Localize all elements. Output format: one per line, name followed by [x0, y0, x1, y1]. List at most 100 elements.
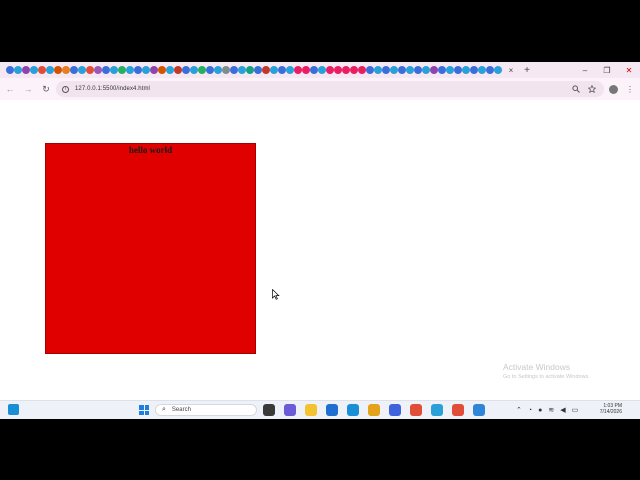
tab-favicon-icon[interactable] — [134, 66, 142, 74]
taskbar-app-icon[interactable] — [452, 404, 464, 416]
tab-favicon-icon[interactable] — [318, 66, 326, 74]
tab-favicon-icon[interactable] — [206, 66, 214, 74]
tab-favicon-icon[interactable] — [214, 66, 222, 74]
tab-favicon-icon[interactable] — [486, 66, 494, 74]
zoom-icon[interactable] — [572, 85, 580, 93]
restore-button[interactable]: ❐ — [596, 62, 618, 78]
taskbar-app-icon[interactable] — [431, 404, 443, 416]
tab-favicon-icon[interactable] — [6, 66, 14, 74]
wifi-icon[interactable]: ≋ — [548, 406, 554, 414]
bookmark-star-icon[interactable] — [588, 85, 596, 93]
taskbar-apps — [263, 404, 485, 416]
tab-favicon-icon[interactable] — [158, 66, 166, 74]
tab-favicon-icon[interactable] — [342, 66, 350, 74]
tab-favicon-icon[interactable] — [182, 66, 190, 74]
tab-favicon-icon[interactable] — [38, 66, 46, 74]
tab-favicon-icon[interactable] — [494, 66, 502, 74]
mic-icon[interactable]: ● — [538, 407, 542, 414]
battery-icon[interactable]: ▭ — [572, 406, 579, 414]
tab-favicon-icon[interactable] — [126, 66, 134, 74]
tab-favicon-icon[interactable] — [190, 66, 198, 74]
tab-favicon-icon[interactable] — [350, 66, 358, 74]
tab-favicon-icon[interactable] — [238, 66, 246, 74]
close-window-button[interactable]: ✕ — [618, 62, 640, 78]
tab-favicon-icon[interactable] — [310, 66, 318, 74]
tab-favicon-icon[interactable] — [94, 66, 102, 74]
tab-favicon-icon[interactable] — [102, 66, 110, 74]
tab-favicon-icon[interactable] — [366, 66, 374, 74]
taskbar-search[interactable]: ⌕ Search — [155, 404, 257, 416]
taskbar-app-icon[interactable] — [263, 404, 275, 416]
tab-favicon-icon[interactable] — [398, 66, 406, 74]
back-button[interactable]: ← — [2, 81, 18, 97]
tab-favicon-icon[interactable] — [382, 66, 390, 74]
tab-favicon-icon[interactable] — [110, 66, 118, 74]
widgets-icon[interactable] — [8, 404, 19, 415]
tab-favicon-icon[interactable] — [54, 66, 62, 74]
address-bar[interactable]: i 127.0.0.1:5500/index4.html — [56, 81, 604, 97]
tab-favicon-icon[interactable] — [430, 66, 438, 74]
clock[interactable]: 1:03 PM 7/14/2026 — [600, 403, 622, 415]
tab-favicon-icon[interactable] — [406, 66, 414, 74]
tab-favicon-icon[interactable] — [78, 66, 86, 74]
tab-favicon-icon[interactable] — [46, 66, 54, 74]
tab-favicon-icon[interactable] — [422, 66, 430, 74]
tab-favicon-icon[interactable] — [462, 66, 470, 74]
taskbar-app-icon[interactable] — [347, 404, 359, 416]
tab-favicon-icon[interactable] — [374, 66, 382, 74]
chevron-up-icon[interactable]: ⌃ — [516, 406, 522, 414]
tab-favicon-icon[interactable] — [86, 66, 94, 74]
tab-favicon-icon[interactable] — [438, 66, 446, 74]
tab-favicon-icon[interactable] — [166, 66, 174, 74]
tab-favicon-icon[interactable] — [142, 66, 150, 74]
tab-favicon-icon[interactable] — [30, 66, 38, 74]
taskbar-app-icon[interactable] — [284, 404, 296, 416]
minimize-button[interactable]: – — [574, 62, 596, 78]
tab-favicon-icon[interactable] — [454, 66, 462, 74]
letterbox-bottom — [0, 419, 640, 480]
start-button[interactable] — [139, 405, 149, 415]
forward-button[interactable]: → — [20, 81, 36, 97]
new-tab-button[interactable]: + — [522, 65, 532, 76]
tab-favicon-icon[interactable] — [150, 66, 158, 74]
tab-favicon-icon[interactable] — [174, 66, 182, 74]
tab-favicon-icon[interactable] — [478, 66, 486, 74]
taskbar-app-icon[interactable] — [389, 404, 401, 416]
taskbar-app-icon[interactable] — [326, 404, 338, 416]
tab-favicon-icon[interactable] — [302, 66, 310, 74]
tab-favicon-icon[interactable] — [230, 66, 238, 74]
tab-favicon-icon[interactable] — [294, 66, 302, 74]
tab-favicon-icon[interactable] — [446, 66, 454, 74]
tab-favicon-icon[interactable] — [286, 66, 294, 74]
tab-favicon-icon[interactable] — [470, 66, 478, 74]
tab-close-icon[interactable]: × — [506, 66, 516, 75]
volume-icon[interactable]: ◀ — [560, 406, 565, 414]
tab-favicon-icon[interactable] — [22, 66, 30, 74]
network-icon[interactable]: ◔ — [528, 407, 532, 414]
tab-favicon-icon[interactable] — [390, 66, 398, 74]
tab-favicon-icon[interactable] — [70, 66, 78, 74]
tab-favicon-icon[interactable] — [62, 66, 70, 74]
tab-favicon-icon[interactable] — [278, 66, 286, 74]
tab-favicon-icon[interactable] — [334, 66, 342, 74]
site-info-icon[interactable]: i — [62, 85, 69, 93]
tab-favicon-icon[interactable] — [14, 66, 22, 74]
profile-avatar-icon[interactable] — [609, 84, 618, 94]
taskbar-app-icon[interactable] — [305, 404, 317, 416]
menu-kebab-icon[interactable]: ⋮ — [626, 85, 634, 94]
tab-favicon-icon[interactable] — [414, 66, 422, 74]
url-text[interactable]: 127.0.0.1:5500/index4.html — [75, 86, 150, 92]
taskbar-app-icon[interactable] — [473, 404, 485, 416]
reload-button[interactable]: ↻ — [38, 81, 54, 97]
tab-favicon-icon[interactable] — [246, 66, 254, 74]
taskbar-app-icon[interactable] — [368, 404, 380, 416]
tab-favicon-icon[interactable] — [262, 66, 270, 74]
tab-favicon-icon[interactable] — [270, 66, 278, 74]
tab-favicon-icon[interactable] — [222, 66, 230, 74]
tab-favicon-icon[interactable] — [198, 66, 206, 74]
taskbar-app-icon[interactable] — [410, 404, 422, 416]
tab-favicon-icon[interactable] — [254, 66, 262, 74]
tab-favicon-icon[interactable] — [358, 66, 366, 74]
tab-favicon-icon[interactable] — [326, 66, 334, 74]
tab-favicon-icon[interactable] — [118, 66, 126, 74]
